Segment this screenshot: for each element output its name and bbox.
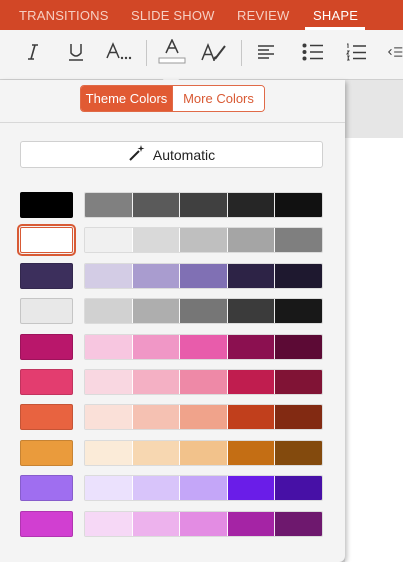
- shade-swatch[interactable]: [180, 441, 228, 465]
- highlight-icon[interactable]: [200, 38, 228, 66]
- theme-color-swatch[interactable]: [20, 298, 73, 324]
- shade-swatch[interactable]: [132, 335, 181, 359]
- ribbon-tab-bar: TRANSITIONS SLIDE SHOW REVIEW SHAPE: [0, 0, 403, 30]
- toolbar-divider: [241, 40, 242, 66]
- tab-transitions[interactable]: TRANSITIONS: [19, 8, 109, 23]
- theme-colors-tab[interactable]: Theme Colors: [81, 86, 172, 111]
- shade-swatch[interactable]: [85, 476, 133, 500]
- formatting-toolbar: [0, 30, 403, 80]
- theme-color-swatch[interactable]: [20, 511, 73, 537]
- shade-swatch[interactable]: [275, 299, 322, 323]
- shade-swatch[interactable]: [132, 441, 181, 465]
- shade-swatch[interactable]: [227, 264, 276, 288]
- automatic-color-button[interactable]: Automatic: [20, 141, 323, 168]
- color-source-segmented-control: Theme Colors More Colors: [80, 85, 265, 112]
- slide-panel-edge: [345, 80, 403, 138]
- italic-icon[interactable]: [22, 38, 44, 66]
- theme-color-swatch[interactable]: [20, 334, 73, 360]
- shade-swatch[interactable]: [180, 512, 228, 536]
- shade-swatch[interactable]: [180, 299, 228, 323]
- shade-swatch[interactable]: [180, 264, 228, 288]
- theme-color-swatch[interactable]: [17, 224, 76, 256]
- shade-row: [84, 511, 323, 537]
- shade-swatch[interactable]: [132, 228, 181, 252]
- slide-area: [345, 80, 403, 562]
- shade-swatch[interactable]: [180, 193, 228, 217]
- decrease-indent-icon[interactable]: [388, 38, 403, 66]
- shade-swatch[interactable]: [85, 512, 133, 536]
- shade-swatch[interactable]: [132, 299, 181, 323]
- shade-swatch[interactable]: [227, 476, 276, 500]
- shade-swatch[interactable]: [180, 405, 228, 429]
- shade-swatch[interactable]: [180, 228, 228, 252]
- shade-swatch[interactable]: [275, 405, 322, 429]
- shade-row: [84, 440, 323, 466]
- more-colors-tab[interactable]: More Colors: [172, 86, 264, 111]
- shade-swatch[interactable]: [275, 193, 322, 217]
- shade-swatch[interactable]: [227, 335, 276, 359]
- shade-swatch[interactable]: [85, 441, 133, 465]
- shade-swatch[interactable]: [85, 228, 133, 252]
- underline-icon[interactable]: [64, 38, 88, 66]
- shade-swatch[interactable]: [275, 476, 322, 500]
- shade-row: [84, 404, 323, 430]
- shade-row: [84, 334, 323, 360]
- shade-row: [84, 192, 323, 218]
- font-color-icon[interactable]: [158, 38, 186, 66]
- shade-swatch[interactable]: [227, 299, 276, 323]
- shade-swatch[interactable]: [85, 264, 133, 288]
- shade-swatch[interactable]: [227, 228, 276, 252]
- shade-swatch[interactable]: [180, 335, 228, 359]
- shade-swatch[interactable]: [180, 370, 228, 394]
- shade-row: [84, 298, 323, 324]
- bullets-icon[interactable]: [301, 38, 325, 66]
- color-picker-popover: Theme Colors More Colors Automatic: [0, 80, 345, 562]
- shade-swatch[interactable]: [85, 299, 133, 323]
- tab-review[interactable]: REVIEW: [237, 8, 289, 23]
- popover-divider: [0, 122, 345, 123]
- magic-wand-icon: [128, 144, 146, 165]
- shade-swatch[interactable]: [227, 405, 276, 429]
- shade-swatch[interactable]: [180, 476, 228, 500]
- shade-row: [84, 369, 323, 395]
- shade-row: [84, 475, 323, 501]
- shade-swatch[interactable]: [275, 512, 322, 536]
- shade-row: [84, 263, 323, 289]
- shade-swatch[interactable]: [227, 370, 276, 394]
- automatic-label: Automatic: [152, 146, 216, 163]
- theme-color-swatch[interactable]: [20, 475, 73, 501]
- tab-slide-show[interactable]: SLIDE SHOW: [131, 8, 215, 23]
- shade-swatch[interactable]: [275, 335, 322, 359]
- shade-swatch[interactable]: [132, 193, 181, 217]
- shade-swatch[interactable]: [132, 512, 181, 536]
- shade-swatch[interactable]: [227, 512, 276, 536]
- shade-swatch[interactable]: [227, 441, 276, 465]
- shade-swatch[interactable]: [85, 193, 133, 217]
- shade-swatch[interactable]: [85, 335, 133, 359]
- align-left-icon[interactable]: [255, 38, 277, 66]
- shade-swatch[interactable]: [275, 441, 322, 465]
- shade-swatch[interactable]: [132, 370, 181, 394]
- theme-color-swatch[interactable]: [20, 440, 73, 466]
- toolbar-divider: [146, 40, 147, 66]
- theme-color-swatch[interactable]: [20, 192, 73, 218]
- theme-color-swatch[interactable]: [20, 369, 73, 395]
- shade-swatch[interactable]: [275, 370, 322, 394]
- shade-swatch[interactable]: [85, 405, 133, 429]
- shade-swatch[interactable]: [132, 405, 181, 429]
- shade-swatch[interactable]: [227, 193, 276, 217]
- tab-shape[interactable]: SHAPE: [313, 8, 358, 23]
- shade-swatch[interactable]: [85, 370, 133, 394]
- theme-color-swatch[interactable]: [20, 404, 73, 430]
- font-size-icon[interactable]: [105, 38, 133, 66]
- shade-swatch[interactable]: [132, 476, 181, 500]
- shade-swatch[interactable]: [275, 264, 322, 288]
- theme-color-swatch[interactable]: [20, 263, 73, 289]
- numbering-icon[interactable]: [344, 38, 368, 66]
- shade-swatch[interactable]: [132, 264, 181, 288]
- shade-swatch[interactable]: [275, 228, 322, 252]
- shade-row: [84, 227, 323, 253]
